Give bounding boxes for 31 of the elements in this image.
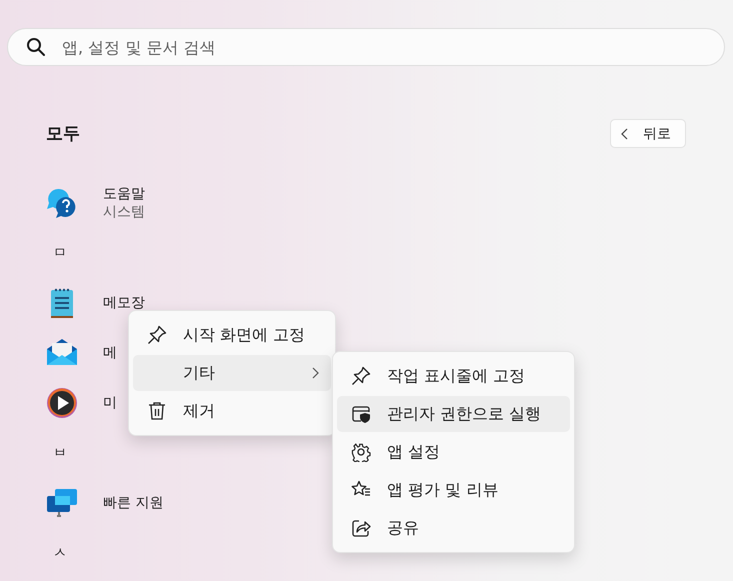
- section-title: 모두: [46, 123, 80, 145]
- menu-item[interactable]: 시작 화면에 고정: [133, 317, 331, 353]
- menu-item[interactable]: 앱 설정: [337, 434, 570, 470]
- menu-item[interactable]: 제거: [133, 393, 331, 429]
- letter-header[interactable]: ㅅ: [53, 544, 67, 562]
- shield-window-icon: [351, 404, 371, 424]
- help-icon[interactable]: [46, 187, 78, 219]
- search-icon: [26, 37, 46, 57]
- letter-header[interactable]: ㅂ: [53, 444, 67, 462]
- search-field[interactable]: 앱, 설정 및 문서 검색: [7, 28, 725, 66]
- play-icon[interactable]: [46, 387, 78, 419]
- app-subtitle: 시스템: [103, 203, 145, 221]
- app-name[interactable]: 메모장: [103, 294, 145, 312]
- app-name[interactable]: 미: [103, 394, 117, 412]
- share-icon: [351, 518, 371, 538]
- menu-item[interactable]: 관리자 권한으로 실행: [337, 396, 570, 432]
- menu-item[interactable]: 작업 표시줄에 고정: [337, 358, 570, 394]
- pin-icon: [351, 366, 371, 386]
- app-name[interactable]: 도움말: [103, 185, 145, 203]
- monitors-icon[interactable]: [46, 487, 78, 519]
- back-button[interactable]: 뒤로: [610, 119, 686, 148]
- menu-item[interactable]: 기타: [133, 355, 331, 391]
- chevron-left-icon: [621, 128, 629, 140]
- app-name[interactable]: 메: [103, 344, 117, 362]
- pin-icon: [147, 325, 167, 345]
- app-name[interactable]: 빠른 지원: [103, 494, 164, 512]
- trash-icon: [147, 401, 167, 421]
- gear-icon: [351, 442, 371, 462]
- menu-item[interactable]: 공유: [337, 510, 570, 546]
- letter-header[interactable]: ㅁ: [53, 244, 67, 262]
- menu-item[interactable]: 앱 평가 및 리뷰: [337, 472, 570, 508]
